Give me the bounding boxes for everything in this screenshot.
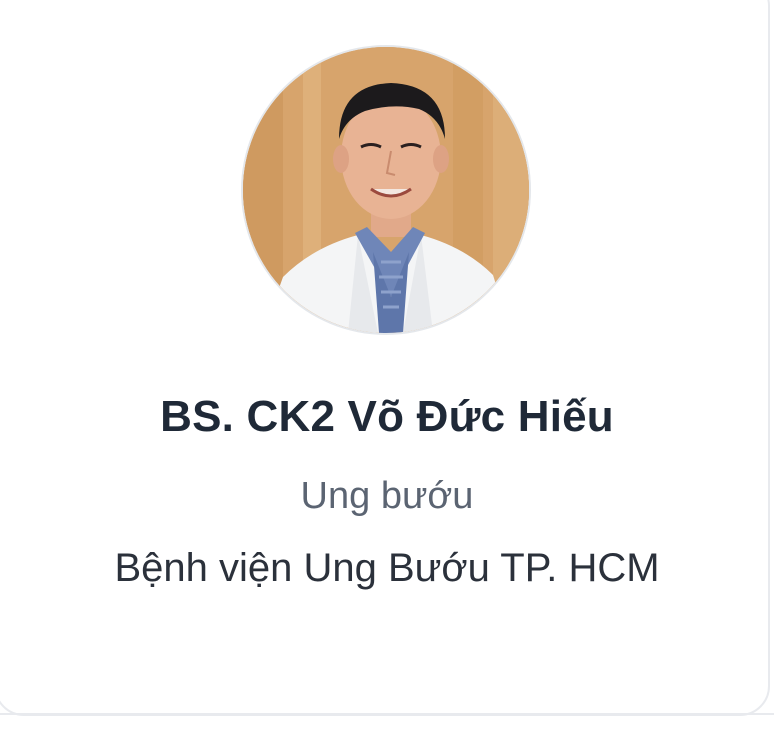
doctor-portrait-image xyxy=(243,47,529,333)
doctor-specialty: Ung bướu xyxy=(300,475,474,517)
doctor-hospital: Bệnh viện Ung Bướu TP. HCM xyxy=(114,546,660,590)
doctor-avatar xyxy=(243,47,529,333)
doctor-name: BS. CK2 Võ Đức Hiếu xyxy=(160,392,614,441)
bottom-divider xyxy=(0,713,774,715)
